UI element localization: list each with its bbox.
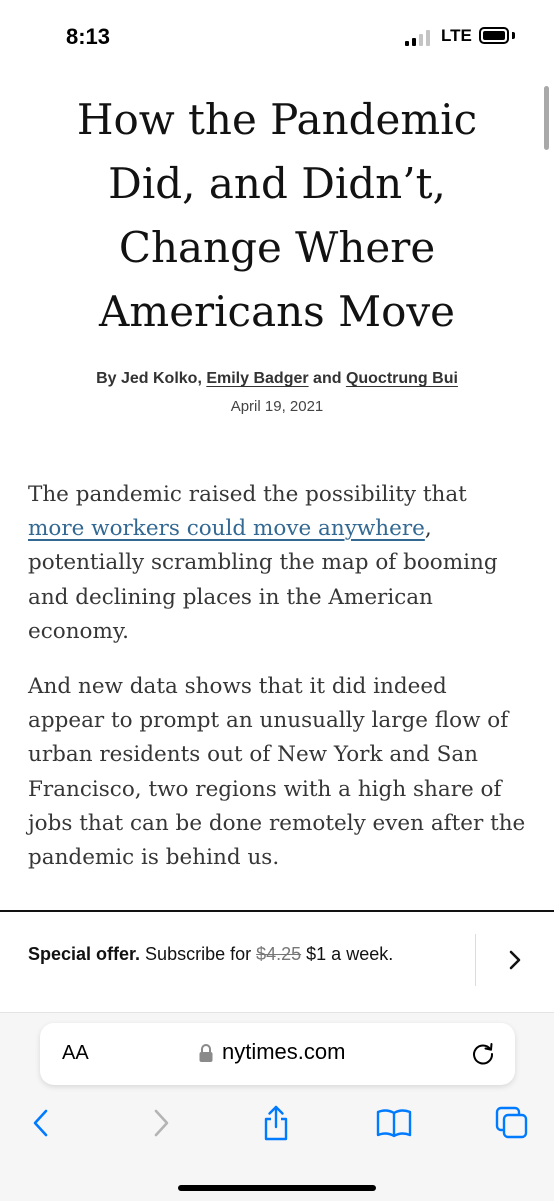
share-icon <box>264 1105 288 1141</box>
lock-icon <box>199 1044 213 1062</box>
text-size-label: AA <box>62 1042 89 1064</box>
byline-connector: and <box>308 370 346 387</box>
status-time: 8:13 <box>66 24 111 49</box>
text-size-button[interactable]: AA <box>62 1042 89 1065</box>
paragraph-1-start: The pandemic raised the possibility that <box>28 482 467 507</box>
inline-link-more-workers[interactable]: more workers could move anywhere <box>28 516 425 541</box>
offer-separator <box>475 934 476 986</box>
subscription-offer-banner[interactable]: Special offer. Subscribe for $4.25 $1 a … <box>0 912 554 1010</box>
reload-icon[interactable] <box>470 1041 496 1067</box>
battery-full-icon <box>479 27 509 44</box>
browser-chrome: AA nytimes.com <box>0 1012 554 1201</box>
scroll-indicator[interactable] <box>544 86 549 150</box>
author-link-emily-badger[interactable]: Emily Badger <box>206 370 308 387</box>
cellular-signal-icon <box>405 30 430 46</box>
status-bar: 8:13 LTE <box>0 0 554 72</box>
battery-cap <box>512 32 515 39</box>
bookmarks-icon <box>376 1109 412 1138</box>
address-bar[interactable]: AA nytimes.com <box>40 1023 515 1085</box>
url-domain[interactable]: nytimes.com <box>222 1039 345 1065</box>
home-indicator[interactable] <box>178 1185 376 1191</box>
forward-button[interactable] <box>140 1101 184 1145</box>
tabs-button[interactable] <box>490 1101 534 1145</box>
article-headline: How the Pandemic Did, and Didn’t, Change… <box>76 95 478 336</box>
paragraph-2: And new data shows that it did indeed ap… <box>28 674 526 871</box>
forward-icon <box>154 1109 169 1137</box>
chevron-right-icon <box>509 950 521 970</box>
offer-text-before: Subscribe for <box>140 944 257 964</box>
offer-text[interactable]: Special offer. Subscribe for $4.25 $1 a … <box>28 944 393 965</box>
bookmarks-button[interactable] <box>372 1101 416 1145</box>
tabs-icon <box>495 1106 528 1139</box>
browser-toolbar <box>0 1101 554 1145</box>
offer-label: Special offer. <box>28 944 141 964</box>
old-price: $4.25 <box>256 944 302 964</box>
back-icon <box>33 1109 48 1137</box>
publish-date: April 19, 2021 <box>230 398 324 415</box>
back-button[interactable] <box>18 1101 62 1145</box>
byline: By Jed Kolko, Emily Badger and Quoctrung… <box>0 370 554 388</box>
author-link-quoctrung-bui[interactable]: Quoctrung Bui <box>346 370 458 387</box>
share-button[interactable] <box>254 1101 298 1145</box>
new-price: $1 a week. <box>301 944 394 964</box>
paragraph-1: The pandemic raised the possibility that… <box>28 478 528 649</box>
network-type: LTE <box>441 26 472 45</box>
article-body: The pandemic raised the possibility that… <box>28 478 528 896</box>
offer-arrow-button[interactable] <box>500 938 530 982</box>
byline-prefix: By Jed Kolko, <box>96 370 207 387</box>
